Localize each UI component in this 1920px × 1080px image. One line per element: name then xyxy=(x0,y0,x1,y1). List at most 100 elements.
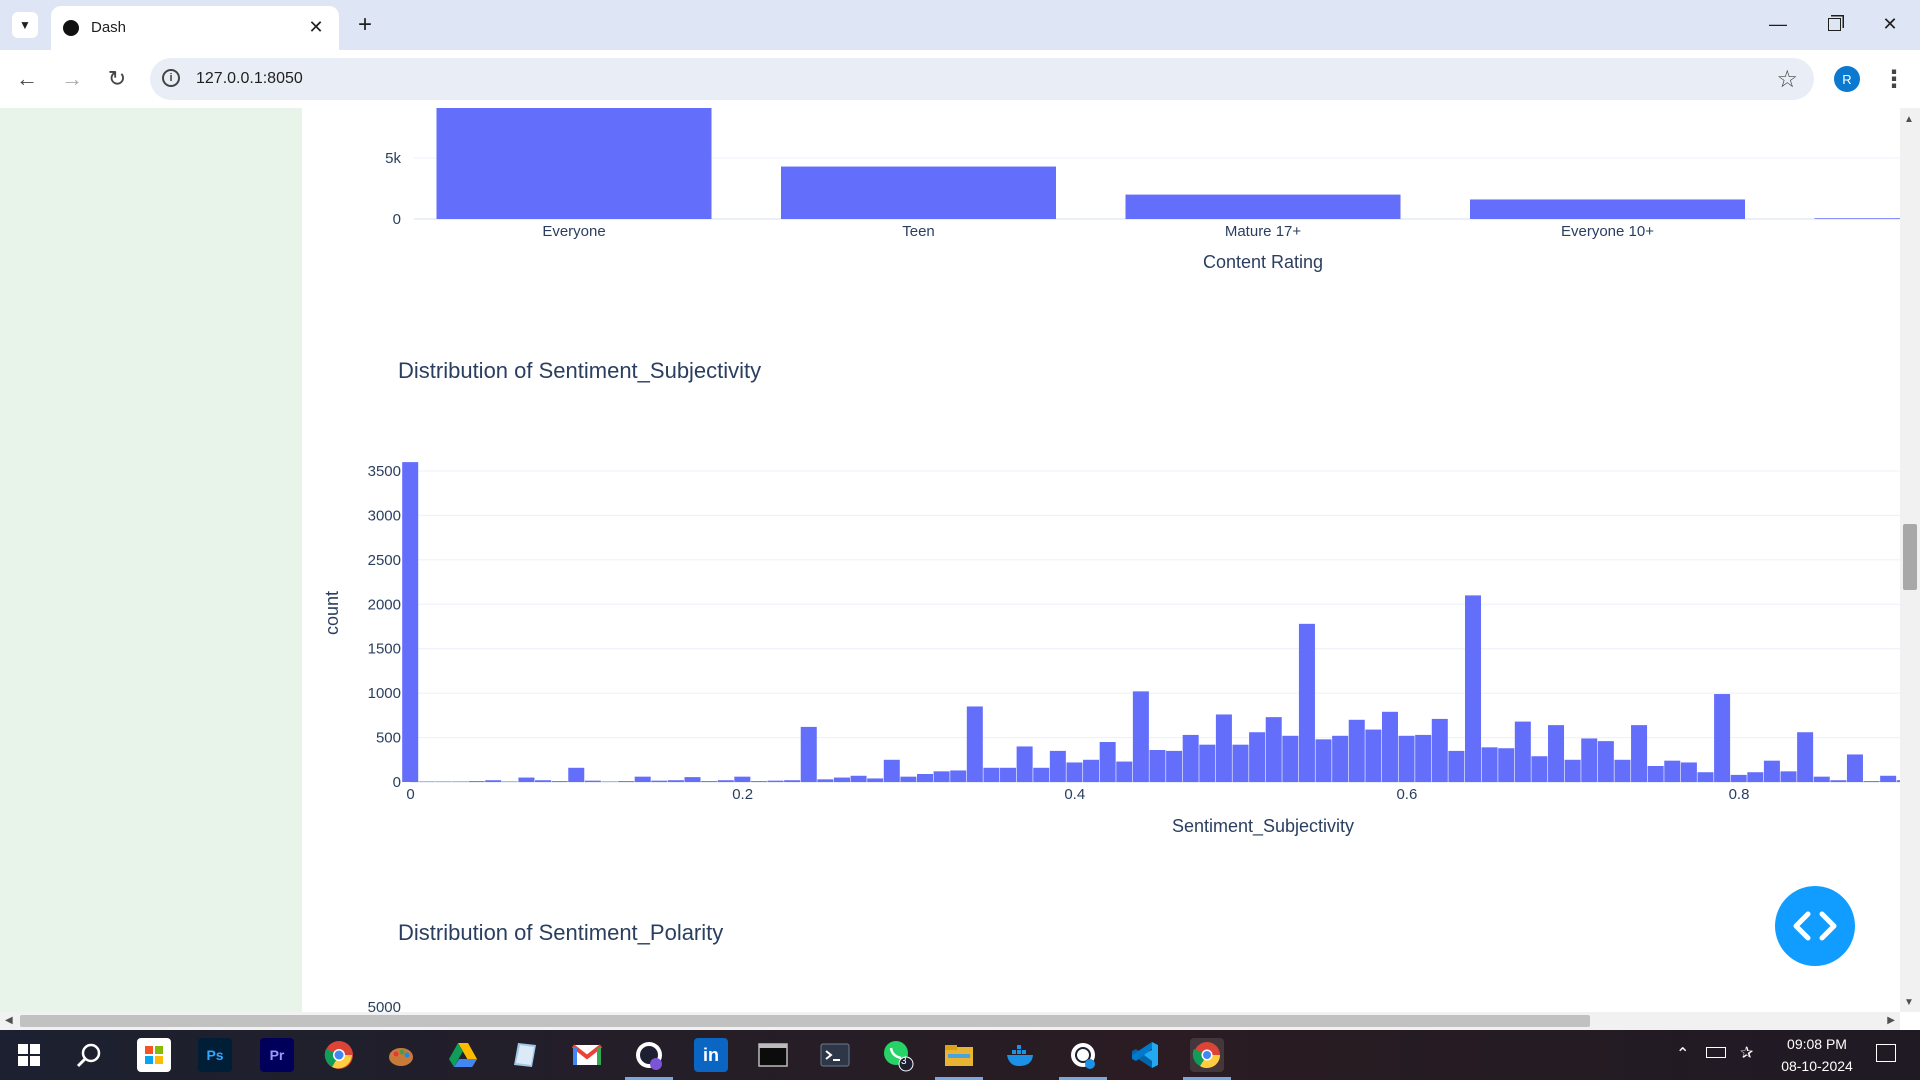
subjectivity-x-tick-label: 0.4 xyxy=(1064,786,1085,803)
tab-dash[interactable]: Dash ✕ xyxy=(51,6,339,50)
chrome-profile-icon[interactable] xyxy=(1190,1038,1224,1072)
chrome-icon[interactable] xyxy=(322,1038,356,1072)
forward-arrow-icon: → xyxy=(61,66,83,91)
new-tab-button[interactable]: + xyxy=(350,10,380,40)
horizontal-scrollbar[interactable]: ◀ ▶ xyxy=(0,1012,1900,1030)
reload-button[interactable]: ↻ xyxy=(102,64,132,94)
gmail-icon[interactable] xyxy=(570,1038,604,1072)
tab-strip: ▼ Dash ✕ + — ✕ xyxy=(0,0,1920,50)
subjectivity-bar xyxy=(1365,729,1382,782)
explorer-icon[interactable] xyxy=(942,1038,976,1072)
subjectivity-bar xyxy=(1780,771,1797,782)
subjectivity-bar xyxy=(402,462,419,782)
address-bar[interactable]: i 127.0.0.1:8050 ☆ xyxy=(150,58,1814,100)
scroll-left-icon[interactable]: ◀ xyxy=(5,1015,13,1026)
start-icon[interactable] xyxy=(12,1038,46,1072)
store-icon[interactable] xyxy=(137,1038,171,1072)
restore-icon xyxy=(1827,17,1841,31)
close-window-button[interactable]: ✕ xyxy=(1870,6,1910,42)
subjectivity-bar xyxy=(651,780,668,782)
scroll-up-icon[interactable]: ▲ xyxy=(1904,114,1914,125)
close-icon: ✕ xyxy=(308,16,324,37)
subjectivity-bar xyxy=(1282,735,1299,782)
content-rating-bar xyxy=(436,108,712,219)
linkedin-label: in xyxy=(703,1044,719,1065)
subjectivity-bar xyxy=(667,780,684,782)
url-text[interactable]: 127.0.0.1:8050 xyxy=(196,70,303,88)
minimize-icon: — xyxy=(1769,13,1787,34)
subjectivity-x-axis-title: Sentiment_Subjectivity xyxy=(1172,816,1354,837)
subjectivity-bar xyxy=(1016,746,1033,782)
subjectivity-bar xyxy=(1332,735,1349,782)
kebab-menu-icon[interactable]: ⋮ xyxy=(1880,64,1908,94)
photoshop-icon[interactable]: Ps xyxy=(198,1038,232,1072)
content-rating-bar xyxy=(1125,194,1401,219)
subjectivity-y-tick-label: 0 xyxy=(393,774,401,791)
subjectivity-bar xyxy=(983,767,1000,782)
back-button[interactable]: ← xyxy=(12,64,42,94)
subjectivity-bar xyxy=(867,778,884,782)
restore-button[interactable] xyxy=(1814,6,1854,42)
vertical-scroll-thumb[interactable] xyxy=(1903,524,1917,590)
info-icon[interactable]: i xyxy=(162,69,180,87)
scroll-down-icon[interactable]: ▼ xyxy=(1904,997,1914,1008)
content-rating-chart: 05k EveryoneTeenMature 17+Everyone 10+A … xyxy=(385,108,1900,272)
content-rating-y-tick-label: 5k xyxy=(385,150,401,167)
star-icon[interactable]: ☆ xyxy=(1776,65,1798,94)
drive-icon[interactable] xyxy=(446,1038,480,1072)
github-icon[interactable] xyxy=(632,1038,666,1072)
subjectivity-bar xyxy=(1680,762,1697,782)
clock-time[interactable]: 09:08 PM xyxy=(1772,1036,1862,1052)
tab-search-button[interactable]: ▼ xyxy=(12,12,38,38)
premiere-icon[interactable]: Pr xyxy=(260,1038,294,1072)
subjectivity-y-tick-label: 1500 xyxy=(368,641,401,658)
subjectivity-bar xyxy=(1265,717,1282,782)
subjectivity-bar xyxy=(1199,744,1216,782)
dash-debug-button[interactable] xyxy=(1775,886,1855,966)
subjectivity-bar xyxy=(916,774,933,782)
terminal-icon[interactable] xyxy=(818,1038,852,1072)
subjectivity-bar xyxy=(1763,760,1780,782)
subjectivity-bar xyxy=(1697,772,1714,782)
scroll-right-icon[interactable]: ▶ xyxy=(1887,1015,1895,1026)
subjectivity-bar xyxy=(1614,759,1631,782)
vscode-icon[interactable] xyxy=(1128,1038,1162,1072)
linkedin-icon[interactable]: in xyxy=(694,1038,728,1072)
subjectivity-bar xyxy=(800,726,817,782)
subjectivity-bar xyxy=(1083,759,1100,782)
minimize-button[interactable]: — xyxy=(1758,6,1798,42)
subjectivity-bar xyxy=(1415,734,1432,782)
subjectivity-bar xyxy=(933,771,950,782)
cmd-icon[interactable] xyxy=(756,1038,790,1072)
notification-icon[interactable] xyxy=(1876,1044,1896,1062)
paint-icon[interactable] xyxy=(384,1038,418,1072)
subjectivity-bar xyxy=(717,780,734,782)
subjectivity-bar xyxy=(1066,762,1083,782)
search-icon[interactable] xyxy=(72,1038,106,1072)
subjectivity-bar xyxy=(1033,767,1050,782)
vertical-scrollbar[interactable]: ▲ ▼ xyxy=(1900,108,1920,1012)
subjectivity-bar xyxy=(1116,761,1133,782)
subjectivity-bar xyxy=(518,777,535,782)
reload-icon: ↻ xyxy=(107,66,127,91)
subjectivity-bar xyxy=(551,781,568,782)
whatsapp-icon[interactable]: 3 xyxy=(880,1038,914,1072)
subjectivity-chart-title: Distribution of Sentiment_Subjectivity xyxy=(398,358,761,383)
horizontal-scroll-thumb[interactable] xyxy=(20,1015,1590,1027)
profile-avatar[interactable]: R xyxy=(1834,66,1860,92)
clock-date[interactable]: 08-10-2024 xyxy=(1772,1058,1862,1074)
forward-button[interactable]: → xyxy=(57,64,87,94)
chevron-up-icon[interactable]: ⌃ xyxy=(1676,1044,1689,1064)
content-rating-y-tick-label: 0 xyxy=(393,211,401,228)
chatgpt-icon[interactable] xyxy=(1066,1038,1100,1072)
tab-close-button[interactable]: ✕ xyxy=(303,14,329,40)
subjectivity-bar xyxy=(1431,718,1448,782)
docker-icon[interactable] xyxy=(1004,1038,1038,1072)
notes-icon[interactable] xyxy=(508,1038,542,1072)
wifi-icon[interactable]: ✰ xyxy=(1740,1043,1753,1063)
subjectivity-bar xyxy=(634,776,651,782)
subjectivity-bar xyxy=(1298,623,1315,782)
battery-icon[interactable] xyxy=(1706,1047,1726,1058)
subjectivity-y-tick-label: 2000 xyxy=(368,596,401,613)
subjectivity-bar xyxy=(568,767,585,782)
